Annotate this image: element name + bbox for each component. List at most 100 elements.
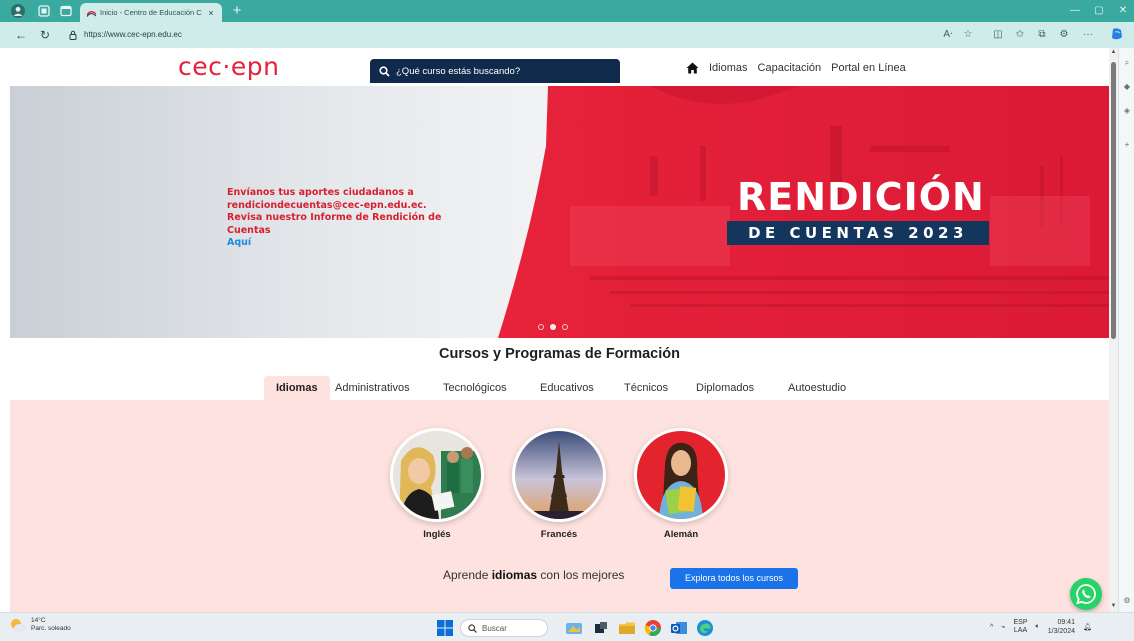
address-toolbar: ← ↻ https://www.cec-epn.edu.ec Aᐧ ☆ ◫ ✩ … bbox=[0, 22, 1134, 48]
favorite-star-icon[interactable]: ☆ bbox=[960, 27, 976, 43]
tray-network-icon[interactable]: ⌁ bbox=[1001, 623, 1005, 631]
favorites-icon[interactable]: ✩ bbox=[1012, 27, 1028, 43]
notifications-bell-icon[interactable]: 🔔︎ bbox=[1083, 623, 1092, 631]
site-logo[interactable]: cec·epn bbox=[178, 52, 279, 81]
tab-tecnicos[interactable]: Técnicos bbox=[624, 376, 668, 400]
browser-tab-active[interactable]: Inicio - Centro de Educación Cor × bbox=[80, 3, 222, 22]
site-favicon-icon bbox=[86, 8, 96, 18]
weather-temp: 14°C bbox=[31, 617, 46, 624]
tagline-post: con los mejores bbox=[537, 568, 625, 582]
explore-courses-button[interactable]: Explora todos los cursos bbox=[670, 568, 798, 589]
course-card-frances[interactable]: Francés bbox=[512, 428, 606, 540]
sidebar-shopping-icon[interactable]: ◆ bbox=[1122, 82, 1132, 92]
windows-start-icon[interactable] bbox=[437, 620, 453, 636]
chrome-icon[interactable] bbox=[644, 619, 662, 637]
task-view-icon[interactable] bbox=[592, 619, 610, 637]
web-page: cec·epn ¿Qué curso estás buscando? Idiom… bbox=[10, 48, 1109, 612]
windows-taskbar: 14°C Parc. soleado Buscar ^ ⌁ ESP LAA 🔈︎… bbox=[0, 612, 1134, 641]
back-arrow-icon[interactable]: ← bbox=[12, 26, 30, 44]
home-icon[interactable] bbox=[686, 62, 699, 74]
whatsapp-chat-button[interactable] bbox=[1070, 578, 1102, 610]
hero-carousel[interactable]: Envíanos tus aportes ciudadanos a rendic… bbox=[10, 86, 1109, 338]
nav-item-portal[interactable]: Portal en Línea bbox=[831, 62, 906, 74]
course-panel: Inglés Francés Alemán Aprende idiomas co… bbox=[10, 400, 1109, 612]
main-nav: Idiomas Capacitación Portal en Línea bbox=[686, 62, 906, 74]
scroll-down-arrow[interactable]: ▼ bbox=[1110, 603, 1117, 609]
clock[interactable]: 09:41 1/3/2024 bbox=[1048, 618, 1075, 636]
copilot-icon[interactable] bbox=[1110, 27, 1126, 43]
weather-desc: Parc. soleado bbox=[31, 625, 71, 632]
widgets-app-icon[interactable] bbox=[565, 619, 583, 637]
close-window-button[interactable]: ✕ bbox=[1114, 2, 1132, 20]
file-explorer-icon[interactable] bbox=[618, 619, 636, 637]
search-placeholder: ¿Qué curso estás buscando? bbox=[396, 65, 521, 77]
tab-close-button[interactable]: × bbox=[206, 8, 216, 18]
frances-image bbox=[512, 428, 606, 522]
scroll-up-arrow[interactable]: ▲ bbox=[1110, 49, 1117, 55]
aleman-image bbox=[634, 428, 728, 522]
clock-time: 09:41 bbox=[1057, 619, 1075, 626]
split-screen-icon[interactable]: ◫ bbox=[990, 27, 1006, 43]
tab-diplomados[interactable]: Diplomados bbox=[696, 376, 754, 400]
scrollbar-thumb[interactable] bbox=[1111, 62, 1116, 339]
tab-tecnologicos[interactable]: Tecnológicos bbox=[443, 376, 507, 400]
course-search-bar[interactable]: ¿Qué curso estás buscando? bbox=[370, 59, 620, 83]
refresh-icon[interactable]: ↻ bbox=[36, 26, 54, 44]
tray-overflow-icon[interactable]: ^ bbox=[990, 624, 993, 631]
whatsapp-icon bbox=[1076, 584, 1096, 605]
search-icon bbox=[379, 65, 390, 77]
lang-layout: LAA bbox=[1013, 627, 1028, 634]
outlook-icon[interactable] bbox=[670, 619, 688, 637]
system-tray: ^ ⌁ ESP LAA 🔈︎ 09:41 1/3/2024 🔔︎ bbox=[990, 618, 1092, 636]
clock-date: 1/3/2024 bbox=[1047, 628, 1075, 635]
address-bar[interactable]: https://www.cec-epn.edu.ec bbox=[60, 25, 1010, 44]
minimize-button[interactable]: — bbox=[1066, 2, 1084, 20]
extensions-icon[interactable]: ⚙ bbox=[1056, 27, 1072, 43]
workspaces-icon[interactable] bbox=[36, 3, 52, 19]
course-card-ingles[interactable]: Inglés bbox=[390, 428, 484, 540]
carousel-dot[interactable] bbox=[538, 324, 544, 330]
nav-item-idiomas[interactable]: Idiomas bbox=[709, 62, 748, 74]
sidebar-settings-icon[interactable]: ⚙ bbox=[1122, 596, 1132, 606]
profile-icon[interactable] bbox=[10, 3, 26, 19]
lock-icon bbox=[69, 30, 77, 40]
language-indicator[interactable]: ESP LAA bbox=[1014, 619, 1028, 635]
carousel-dot[interactable] bbox=[562, 324, 568, 330]
hero-report-link[interactable]: Aquí bbox=[227, 237, 447, 250]
nav-item-capacitacion[interactable]: Capacitación bbox=[758, 62, 822, 74]
carousel-dot[interactable] bbox=[550, 324, 556, 330]
taskbar-search-placeholder: Buscar bbox=[482, 623, 507, 633]
hero-message-text: Envíanos tus aportes ciudadanos a rendic… bbox=[227, 187, 442, 236]
collections-icon[interactable]: ⧉ bbox=[1034, 27, 1050, 43]
lang-code: ESP bbox=[1013, 619, 1028, 626]
sidebar-add-icon[interactable]: + bbox=[1122, 140, 1132, 150]
course-card-aleman[interactable]: Alemán bbox=[634, 428, 728, 540]
tab-administrativos[interactable]: Administrativos bbox=[335, 376, 410, 400]
taskbar-search[interactable]: Buscar bbox=[460, 619, 548, 637]
course-name: Francés bbox=[540, 529, 578, 540]
url-text: https://www.cec-epn.edu.ec bbox=[84, 30, 182, 39]
maximize-button[interactable]: ▢ bbox=[1090, 2, 1108, 20]
program-tabs: Idiomas Administrativos Tecnológicos Edu… bbox=[10, 372, 1109, 400]
read-aloud-icon[interactable]: Aᐧ bbox=[940, 27, 956, 43]
edge-sidebar: ⌕ ◆ ◈ + ⚙ bbox=[1118, 48, 1134, 612]
tab-educativos[interactable]: Educativos bbox=[540, 376, 594, 400]
tagline-bold: idiomas bbox=[491, 568, 538, 582]
courses-tagline: Aprende idiomas con los mejores bbox=[443, 568, 624, 582]
hero-message: Envíanos tus aportes ciudadanos a rendic… bbox=[227, 187, 447, 250]
tray-volume-icon[interactable]: 🔈︎ bbox=[1036, 623, 1040, 631]
weather-widget[interactable]: 14°C Parc. soleado bbox=[9, 617, 71, 633]
programs-heading: Cursos y Programas de Formación bbox=[439, 346, 680, 362]
new-tab-button[interactable]: + bbox=[228, 2, 246, 20]
tab-idiomas[interactable]: Idiomas bbox=[264, 376, 330, 400]
tab-actions-icon[interactable] bbox=[58, 3, 74, 19]
sidebar-outlook-icon[interactable]: ◈ bbox=[1122, 106, 1132, 116]
site-header: cec·epn ¿Qué curso estás buscando? Idiom… bbox=[10, 48, 1109, 86]
hero-subtitle: DE CUENTAS 2023 bbox=[727, 221, 989, 245]
carousel-indicators bbox=[538, 324, 568, 330]
hero-title: RENDICIÓN bbox=[737, 175, 985, 219]
edge-icon[interactable] bbox=[696, 619, 714, 637]
more-options-icon[interactable]: ··· bbox=[1080, 27, 1096, 43]
tab-autoestudio[interactable]: Autoestudio bbox=[788, 376, 846, 400]
sidebar-search-icon[interactable]: ⌕ bbox=[1122, 58, 1132, 68]
